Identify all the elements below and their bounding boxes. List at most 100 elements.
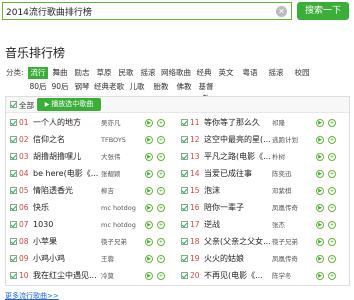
- play-selected-button[interactable]: ▶ 播放选中歌曲: [37, 98, 101, 111]
- add-icon[interactable]: +: [157, 187, 165, 195]
- category-item[interactable]: 舞曲: [50, 67, 70, 79]
- play-icon[interactable]: ▶: [316, 119, 324, 127]
- category-item[interactable]: 民歌: [116, 67, 136, 79]
- song-title[interactable]: be here(电影《...: [33, 167, 101, 181]
- song-row[interactable]: 05 情陷透香光 柳吉 ▶ +: [9, 184, 179, 198]
- add-icon[interactable]: +: [157, 255, 165, 263]
- song-checkbox[interactable]: [181, 221, 188, 228]
- more-songs-link[interactable]: 更多流行歌曲>>: [5, 291, 59, 300]
- song-row[interactable]: 09 小鸡小鸡 王蓉 ▶ +: [9, 252, 179, 266]
- category-item[interactable]: 流行: [28, 67, 48, 79]
- song-title[interactable]: 一个人的地方: [33, 116, 101, 130]
- play-icon[interactable]: ▶: [316, 187, 324, 195]
- play-icon[interactable]: ▶: [316, 255, 324, 263]
- song-row[interactable]: 06 快乐 mc hotdog ▶ +: [9, 201, 179, 215]
- add-icon[interactable]: +: [157, 119, 165, 127]
- category-item[interactable]: 励志: [72, 67, 92, 79]
- song-row[interactable]: 04 be here(电影《... 张靓颖 ▶ +: [9, 167, 179, 181]
- song-title[interactable]: 逆战: [204, 218, 272, 232]
- category-item[interactable]: 儿歌: [126, 81, 148, 93]
- play-icon[interactable]: ▶: [316, 170, 324, 178]
- play-icon[interactable]: ▶: [145, 170, 153, 178]
- category-item[interactable]: 钢琴: [72, 81, 92, 93]
- play-icon[interactable]: ▶: [145, 153, 153, 161]
- search-box[interactable]: ✕: [2, 2, 292, 20]
- song-title[interactable]: 小鸡小鸡: [33, 252, 101, 266]
- song-title[interactable]: 快乐: [33, 201, 101, 215]
- play-icon[interactable]: ▶: [145, 272, 153, 280]
- play-icon[interactable]: ▶: [145, 204, 153, 212]
- song-checkbox[interactable]: [10, 170, 17, 177]
- play-icon[interactable]: ▶: [145, 238, 153, 246]
- song-checkbox[interactable]: [10, 119, 17, 126]
- add-icon[interactable]: +: [157, 204, 165, 212]
- play-icon[interactable]: ▶: [145, 187, 153, 195]
- song-title[interactable]: 情陷透香光: [33, 184, 101, 198]
- song-checkbox[interactable]: [181, 119, 188, 126]
- song-title[interactable]: 当爱已成往事: [204, 167, 272, 181]
- play-icon[interactable]: ▶: [145, 136, 153, 144]
- add-icon[interactable]: +: [328, 272, 336, 280]
- song-row[interactable]: 08 小苹果 筷子兄弟 ▶ +: [9, 235, 179, 249]
- song-checkbox[interactable]: [10, 204, 17, 211]
- song-row[interactable]: 12 这空中最亮的星(... 逃跑计划 ▶ +: [180, 133, 350, 147]
- song-title[interactable]: 这空中最亮的星(...: [204, 133, 272, 147]
- song-checkbox[interactable]: [181, 170, 188, 177]
- play-icon[interactable]: ▶: [316, 136, 324, 144]
- song-checkbox[interactable]: [10, 221, 17, 228]
- song-title[interactable]: 我在红尘中遇见...: [33, 269, 101, 283]
- category-item[interactable]: 摇滚: [138, 67, 158, 79]
- play-icon[interactable]: ▶: [316, 272, 324, 280]
- song-checkbox[interactable]: [181, 153, 188, 160]
- search-input[interactable]: [6, 5, 268, 18]
- song-title[interactable]: 胡撸胡撸嘿儿: [33, 150, 101, 164]
- song-checkbox[interactable]: [181, 255, 188, 262]
- song-row[interactable]: 18 父亲(父亲之父女... 筷子兄弟 ▶ +: [180, 235, 350, 249]
- song-title[interactable]: 信仰之名: [33, 133, 101, 147]
- song-row[interactable]: 10 我在红尘中遇见... 冷莫 ▶ +: [9, 269, 179, 283]
- song-title[interactable]: 陪你一辈子: [204, 201, 272, 215]
- song-checkbox[interactable]: [10, 187, 17, 194]
- song-row[interactable]: 19 火火的姑娘 凤凰传奇 ▶ +: [180, 252, 350, 266]
- song-row[interactable]: 15 泡沫 邓紫棋 ▶ +: [180, 184, 350, 198]
- song-row[interactable]: 03 胡撸胡撸嘿儿 大张伟 ▶ +: [9, 150, 179, 164]
- play-icon[interactable]: ▶: [145, 255, 153, 263]
- category-item[interactable]: 80后: [28, 81, 48, 93]
- song-checkbox[interactable]: [10, 272, 17, 279]
- play-icon[interactable]: ▶: [316, 221, 324, 229]
- category-item[interactable]: 英文: [216, 67, 236, 79]
- song-title[interactable]: 小苹果: [33, 235, 101, 249]
- song-checkbox[interactable]: [181, 204, 188, 211]
- add-icon[interactable]: +: [157, 272, 165, 280]
- category-item[interactable]: 摇滚: [264, 67, 288, 79]
- song-title[interactable]: 父亲(父亲之父女...: [204, 235, 272, 249]
- song-checkbox[interactable]: [181, 187, 188, 194]
- search-button[interactable]: 搜索一下: [297, 2, 349, 20]
- play-icon[interactable]: ▶: [145, 221, 153, 229]
- category-item[interactable]: 90后: [50, 81, 70, 93]
- add-icon[interactable]: +: [157, 170, 165, 178]
- add-icon[interactable]: +: [328, 255, 336, 263]
- category-item[interactable]: 校园: [290, 67, 314, 79]
- song-row[interactable]: 07 1030 mc hotdog ▶ +: [9, 218, 179, 232]
- song-row[interactable]: 17 逆战 张杰 ▶ +: [180, 218, 350, 232]
- add-icon[interactable]: +: [157, 221, 165, 229]
- category-item[interactable]: 基督教: [196, 81, 216, 103]
- category-item[interactable]: 粤语: [238, 67, 262, 79]
- song-checkbox[interactable]: [10, 136, 17, 143]
- select-all-checkbox[interactable]: [10, 101, 17, 108]
- add-icon[interactable]: +: [328, 119, 336, 127]
- song-row[interactable]: 11 等你等了那么久 祁隆 ▶ +: [180, 116, 350, 130]
- song-row[interactable]: 20 不再见(电影《... 陈学冬 ▶ +: [180, 269, 350, 283]
- song-checkbox[interactable]: [181, 272, 188, 279]
- add-icon[interactable]: +: [157, 238, 165, 246]
- song-title[interactable]: 不再见(电影《...: [204, 269, 272, 283]
- song-checkbox[interactable]: [10, 255, 17, 262]
- add-icon[interactable]: +: [328, 221, 336, 229]
- song-checkbox[interactable]: [181, 238, 188, 245]
- add-icon[interactable]: +: [328, 170, 336, 178]
- play-icon[interactable]: ▶: [316, 238, 324, 246]
- song-row[interactable]: 02 信仰之名 TFBOYS ▶ +: [9, 133, 179, 147]
- song-title[interactable]: 泡沫: [204, 184, 272, 198]
- play-icon[interactable]: ▶: [316, 153, 324, 161]
